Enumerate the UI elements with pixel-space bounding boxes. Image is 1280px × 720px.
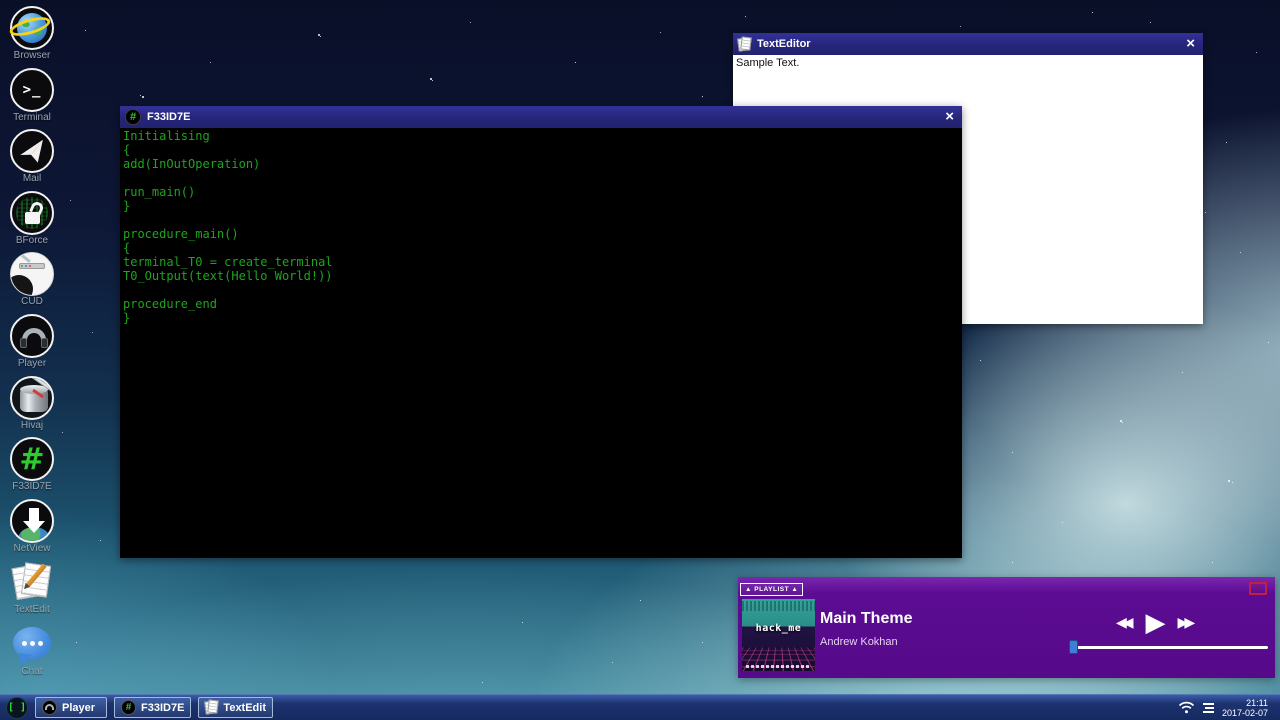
previous-track-button[interactable]: ◀◀ bbox=[1116, 615, 1134, 629]
desktop-icon-bforce[interactable]: BForce bbox=[4, 191, 60, 253]
textedit-notepad-icon bbox=[10, 560, 54, 604]
desktop-icon-chat[interactable]: Chat bbox=[4, 622, 60, 684]
seek-track[interactable] bbox=[1072, 646, 1268, 649]
track-title: Main Theme bbox=[820, 610, 912, 628]
terminal-close-button[interactable]: × bbox=[945, 107, 954, 127]
icon-label: Player bbox=[18, 358, 46, 369]
play-button[interactable]: ▶ bbox=[1146, 609, 1166, 635]
texteditor-title: TextEditor bbox=[757, 38, 811, 50]
desktop: Browser >_ Terminal Mail BForce C bbox=[0, 0, 1280, 720]
desktop-icon-mail[interactable]: Mail bbox=[4, 129, 60, 191]
hash-icon: # bbox=[125, 109, 141, 125]
f33id7e-hash-icon: # bbox=[10, 437, 54, 481]
bforce-lock-icon bbox=[10, 191, 54, 235]
taskbar-button-f33id7e[interactable]: # F33ID7E bbox=[114, 697, 191, 718]
cud-icon bbox=[10, 252, 54, 296]
icon-label: Hivaj bbox=[21, 420, 43, 431]
texteditor-titlebar[interactable]: TextEditor × bbox=[733, 33, 1203, 55]
player-controls: ◀◀ ▶ ▶▶ bbox=[1116, 609, 1195, 635]
icon-label: F33ID7E bbox=[12, 481, 51, 492]
seek-thumb[interactable] bbox=[1069, 640, 1078, 654]
desktop-icon-column: Browser >_ Terminal Mail BForce C bbox=[4, 6, 60, 684]
desktop-icon-textedit[interactable]: TextEdit bbox=[4, 560, 60, 622]
taskbar: [ ] Player # F33ID7E TextEdit 21:11 2017… bbox=[0, 694, 1280, 720]
clock-date: 2017-02-07 bbox=[1222, 708, 1268, 718]
icon-label: CUD bbox=[21, 296, 43, 307]
starfield-bright bbox=[0, 0, 2, 2]
playlist-button[interactable]: ▲ PLAYLIST ▲ bbox=[740, 583, 803, 596]
notepad-icon bbox=[205, 700, 218, 715]
bars-icon[interactable] bbox=[1203, 703, 1214, 713]
icon-label: Browser bbox=[14, 50, 51, 61]
terminal-code: Initialising { add(InOutOperation) run_m… bbox=[120, 128, 962, 326]
icon-label: Terminal bbox=[13, 112, 51, 123]
desktop-icon-netview[interactable]: NetView bbox=[4, 499, 60, 561]
hash-icon: # bbox=[121, 700, 136, 715]
start-button[interactable]: [ ] bbox=[6, 697, 28, 719]
clock: 21:11 2017-02-07 bbox=[1222, 698, 1268, 718]
desktop-icon-browser[interactable]: Browser bbox=[4, 6, 60, 68]
desktop-icon-cud[interactable]: CUD bbox=[4, 252, 60, 314]
album-title: hack_me bbox=[742, 623, 815, 634]
icon-label: TextEdit bbox=[14, 604, 50, 615]
icon-label: Chat bbox=[21, 666, 42, 677]
terminal-icon: >_ bbox=[10, 68, 54, 112]
desktop-icon-f33id7e[interactable]: # F33ID7E bbox=[4, 437, 60, 499]
notepad-icon bbox=[738, 37, 751, 52]
player-close-button[interactable]: × bbox=[1249, 582, 1267, 595]
clock-time: 21:11 bbox=[1222, 698, 1268, 708]
icon-label: NetView bbox=[13, 543, 50, 554]
album-art: hack_me bbox=[742, 599, 815, 671]
player-headphones-icon bbox=[42, 700, 57, 715]
mail-icon bbox=[10, 129, 54, 173]
wifi-icon[interactable] bbox=[1178, 701, 1195, 714]
taskbar-button-player[interactable]: Player bbox=[35, 697, 107, 718]
terminal-title: F33ID7E bbox=[147, 111, 190, 123]
track-artist: Andrew Kokhan bbox=[820, 636, 898, 648]
icon-label: Mail bbox=[23, 173, 41, 184]
system-tray: 21:11 2017-02-07 bbox=[1178, 698, 1274, 718]
player-headphones-icon bbox=[10, 314, 54, 358]
terminal-body: Initialising { add(InOutOperation) run_m… bbox=[120, 128, 962, 558]
terminal-window: # F33ID7E × Initialising { add(InOutOper… bbox=[120, 106, 962, 558]
desktop-icon-terminal[interactable]: >_ Terminal bbox=[4, 68, 60, 130]
terminal-titlebar[interactable]: # F33ID7E × bbox=[120, 106, 962, 128]
music-player-panel: ▲ PLAYLIST ▲ × hack_me Main Theme Andrew… bbox=[738, 577, 1275, 678]
netview-download-icon bbox=[10, 499, 54, 543]
icon-label: BForce bbox=[16, 235, 48, 246]
texteditor-close-button[interactable]: × bbox=[1186, 34, 1195, 54]
next-track-button[interactable]: ▶▶ bbox=[1178, 615, 1196, 629]
hivaj-database-icon bbox=[10, 376, 54, 420]
chat-bubble-icon bbox=[10, 622, 54, 666]
seek-bar[interactable] bbox=[1068, 639, 1272, 655]
desktop-icon-player[interactable]: Player bbox=[4, 314, 60, 376]
desktop-icon-hivaj[interactable]: Hivaj bbox=[4, 376, 60, 438]
taskbar-button-textedit[interactable]: TextEdit bbox=[198, 697, 273, 718]
